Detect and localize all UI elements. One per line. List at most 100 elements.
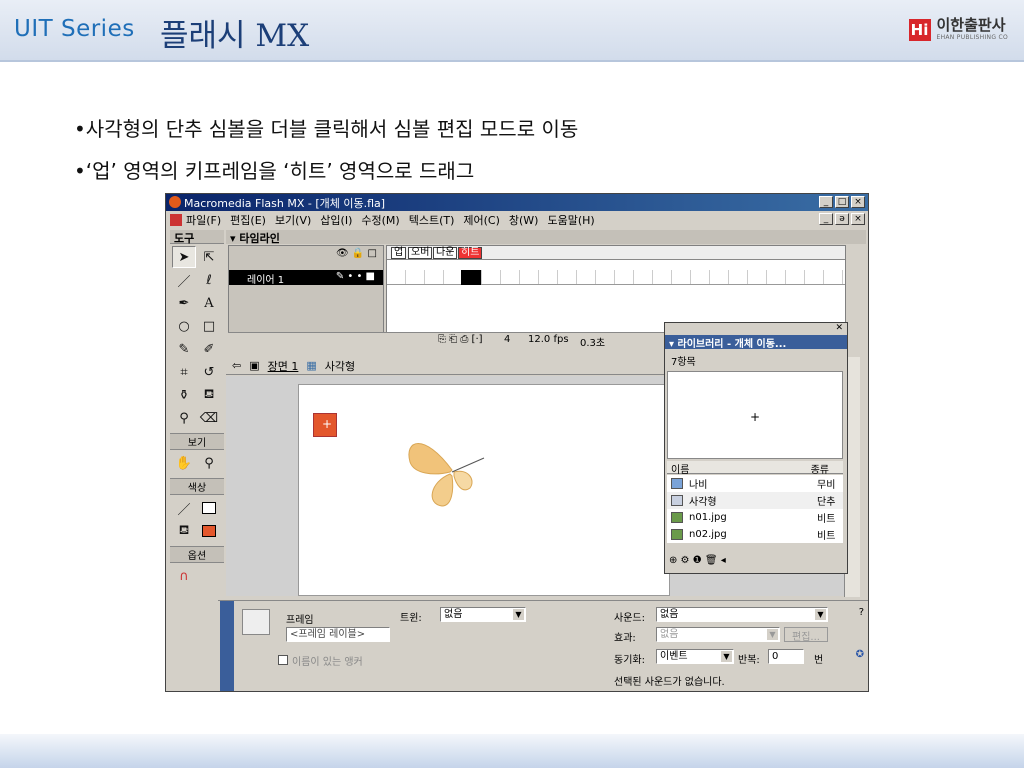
library-close-icon[interactable]: ✕ xyxy=(665,323,847,335)
edit-sound-button[interactable]: 편집... xyxy=(784,627,828,643)
eraser-tool-icon[interactable]: ⌫ xyxy=(197,407,221,429)
close-button[interactable]: × xyxy=(851,196,865,208)
frame-label: 프레임 xyxy=(286,615,314,626)
publisher-logo-icon: Hi xyxy=(908,18,931,41)
onion-skin-icons[interactable]: ⎘ ⎗ ⎙ [·] xyxy=(438,334,483,345)
butterfly-image[interactable] xyxy=(404,432,494,512)
zoom-tool-icon[interactable]: ⚲ xyxy=(197,452,221,474)
library-item-kind: 비트 xyxy=(817,531,836,542)
scene-label[interactable]: 장면 1 xyxy=(268,358,299,374)
oval-tool-icon[interactable]: ○ xyxy=(172,315,196,337)
document-icon[interactable] xyxy=(170,213,182,226)
no-sound-message: 선택된 사운드가 없습니다. xyxy=(614,677,725,688)
toolbox-title: 도구 xyxy=(170,230,224,245)
effect-value: 없음 xyxy=(660,629,679,640)
brush-tool-icon[interactable]: ✐ xyxy=(197,338,221,360)
library-item[interactable]: n02.jpg 비트 xyxy=(667,526,843,543)
layer-state-icons[interactable]: ✎ • • ■ xyxy=(336,271,375,282)
menu-text[interactable]: 텍스트(T) xyxy=(409,212,455,228)
menu-control[interactable]: 제어(C) xyxy=(463,212,500,228)
library-item-name: n02.jpg xyxy=(689,529,727,540)
repeat-label: 반복: xyxy=(738,655,760,666)
arrow-tool-icon[interactable]: ➤ xyxy=(172,246,196,268)
hand-tool-icon[interactable]: ✋ xyxy=(172,452,196,474)
fill-transform-tool-icon[interactable]: ↺ xyxy=(197,361,221,383)
frame-label-hit: 히트 xyxy=(458,247,483,259)
library-item-name: 나비 xyxy=(689,480,708,491)
slide-header: UIT Series 플래시 MX Hi 이한출판사 EHAN PUBLISHI… xyxy=(0,0,1024,62)
pen-tool-icon[interactable]: ✒ xyxy=(172,292,196,314)
subselect-tool-icon[interactable]: ⇱ xyxy=(197,246,221,268)
sync-label: 동기화: xyxy=(614,655,645,666)
doc-restore-button[interactable]: ǝ xyxy=(835,213,849,225)
fill-color-swatch[interactable] xyxy=(197,520,221,542)
effect-select[interactable]: 없음 ▼ xyxy=(656,627,780,642)
library-item-count: 7항목 xyxy=(671,357,696,368)
pencil-tool-icon[interactable]: ✎ xyxy=(172,338,196,360)
frame-ruler: 업 오버 다운 히트 xyxy=(387,246,845,260)
menu-edit[interactable]: 편집(E) xyxy=(230,212,266,228)
symbol-icon: ▦ xyxy=(306,359,317,372)
layer-toggle-icons[interactable]: 👁 🔒 □ xyxy=(336,248,377,259)
help-icon[interactable]: ? xyxy=(859,607,864,618)
library-item-kind: 무비 xyxy=(817,480,836,491)
library-footer-icons[interactable]: ⊕ ⚙ ❶ 🗑 ◂ xyxy=(669,555,726,566)
timeline-title[interactable]: ▾ 타임라인 xyxy=(226,230,866,245)
transform-tool-icon[interactable]: ⌗ xyxy=(172,361,196,383)
back-arrow-icon[interactable]: ⇦ xyxy=(232,359,241,372)
repeat-input[interactable]: 0 xyxy=(768,649,804,664)
menu-modify[interactable]: 수정(M) xyxy=(361,212,399,228)
library-item-kind: 단추 xyxy=(817,497,836,508)
menu-help[interactable]: 도움말(H) xyxy=(547,212,594,228)
bitmap-icon xyxy=(671,529,683,540)
frame-label-input[interactable]: <프레임 레이블> xyxy=(286,627,390,642)
flash-titlebar[interactable]: Macromedia Flash MX - [개체 이동.fla] _ □ × xyxy=(166,194,868,211)
ink-bottle-tool-icon[interactable]: ⚱ xyxy=(172,384,196,406)
paint-bucket-tool-icon[interactable]: ⛾ xyxy=(197,384,221,406)
named-anchor-checkbox[interactable] xyxy=(278,655,288,665)
menu-view[interactable]: 보기(V) xyxy=(275,212,311,228)
frame-rate: 12.0 fps xyxy=(528,334,569,345)
publisher-name: 이한출판사 xyxy=(936,16,1006,34)
doc-close-button[interactable]: × xyxy=(851,213,865,225)
flash-window: Macromedia Flash MX - [개체 이동.fla] _ □ × … xyxy=(165,193,869,692)
sync-select[interactable]: 이벤트 ▼ xyxy=(656,649,734,664)
text-tool-icon[interactable]: A xyxy=(197,292,221,314)
line-tool-icon[interactable]: ／ xyxy=(172,269,196,291)
fill-color-icon[interactable]: ⛾ xyxy=(172,520,196,542)
library-col-kind[interactable]: 종류 xyxy=(811,461,829,476)
frame-label-over: 오버 xyxy=(408,247,433,259)
publisher-logo: Hi 이한출판사 EHAN PUBLISHING CO xyxy=(908,16,1009,41)
frame-preview-icon xyxy=(242,609,270,635)
preview-crosshair-icon: + xyxy=(750,410,761,424)
tween-select[interactable]: 없음 ▼ xyxy=(440,607,526,622)
library-col-name[interactable]: 이름 xyxy=(671,461,689,476)
layer-row[interactable]: 레이어 1 ✎ • • ■ xyxy=(229,270,383,286)
rectangle-tool-icon[interactable]: □ xyxy=(197,315,221,337)
library-item-kind: 비트 xyxy=(817,514,836,525)
library-columns: 이름 종류 xyxy=(667,461,843,476)
lasso-tool-icon[interactable]: ℓ xyxy=(197,269,221,291)
named-anchor-label: 이름이 있는 앵커 xyxy=(292,657,363,668)
library-item-selected[interactable]: 사각형 단추 xyxy=(667,492,843,509)
menu-window[interactable]: 창(W) xyxy=(509,212,539,228)
library-item[interactable]: 나비 무비 xyxy=(667,475,843,492)
maximize-button[interactable]: □ xyxy=(835,196,849,208)
properties-collapse-bar[interactable] xyxy=(220,601,234,691)
menu-file[interactable]: 파일(F) xyxy=(186,212,221,228)
stroke-color-swatch[interactable] xyxy=(197,497,221,519)
sound-select[interactable]: 없음 ▼ xyxy=(656,607,828,622)
doc-minimize-button[interactable]: _ xyxy=(819,213,833,225)
minimize-button[interactable]: _ xyxy=(819,196,833,208)
snap-magnet-icon[interactable]: ∩ xyxy=(172,565,196,587)
eyedropper-tool-icon[interactable]: ⚲ xyxy=(172,407,196,429)
accessibility-icon[interactable]: ✪ xyxy=(856,649,864,660)
stroke-color-icon[interactable]: ／ xyxy=(172,497,196,519)
frame-row[interactable] xyxy=(387,270,845,285)
selected-frame[interactable] xyxy=(461,270,481,285)
menu-insert[interactable]: 삽입(I) xyxy=(320,212,352,228)
symbol-label[interactable]: 사각형 xyxy=(325,358,355,374)
library-item[interactable]: n01.jpg 비트 xyxy=(667,509,843,526)
library-panel: ✕ ▾ 라이브러리 - 개체 이동... 7항목 + 이름 종류 나비 무비 사… xyxy=(664,322,848,574)
library-title[interactable]: ▾ 라이브러리 - 개체 이동... xyxy=(665,335,847,350)
